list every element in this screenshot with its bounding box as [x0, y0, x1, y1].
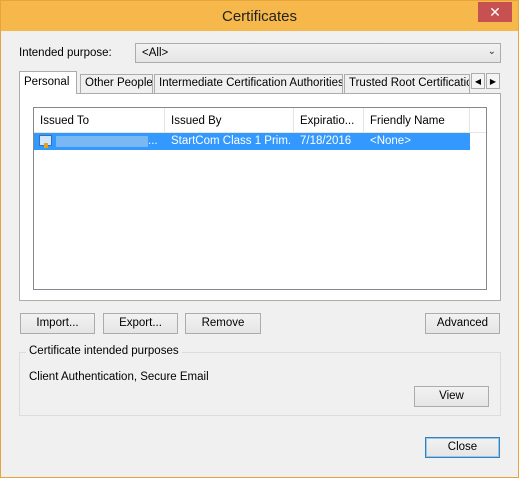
column-expiration[interactable]: Expiratio... — [294, 108, 364, 132]
import-button[interactable]: Import... — [20, 313, 95, 334]
view-button[interactable]: View — [414, 386, 489, 407]
dialog-body: Intended purpose: <All> ⌄ Personal Other… — [7, 31, 512, 473]
intended-purpose-label: Intended purpose: — [19, 47, 112, 59]
table-row[interactable]: ... StartCom Class 1 Prim... 7/18/2016 <… — [34, 133, 470, 150]
window-title: Certificates — [221, 8, 298, 25]
expiration-cell: 7/18/2016 — [300, 135, 352, 147]
intended-purposes-group: Certificate intended purposes Client Aut… — [19, 345, 501, 416]
export-button[interactable]: Export... — [103, 313, 178, 334]
personal-tab-panel: Issued To Issued By Expiratio... Friendl… — [19, 93, 501, 301]
issued-by-cell: StartCom Class 1 Prim... — [171, 135, 291, 147]
tab-scroll-right-icon[interactable]: ▶ — [486, 73, 500, 89]
certificate-list[interactable]: Issued To Issued By Expiratio... Friendl… — [33, 107, 487, 290]
tab-personal[interactable]: Personal — [19, 71, 77, 94]
title-bar: Certificates ✕ — [1, 1, 518, 31]
close-button[interactable]: Close — [425, 437, 500, 458]
column-issued-to[interactable]: Issued To — [34, 108, 165, 132]
advanced-button[interactable]: Advanced — [425, 313, 500, 334]
tab-trusted-root-ca[interactable]: Trusted Root Certification Authorities — [344, 74, 470, 93]
intended-purpose-value: <All> — [142, 47, 169, 59]
tab-intermediate-ca[interactable]: Intermediate Certification Authorities — [154, 74, 343, 93]
friendly-name-cell: <None> — [370, 135, 411, 147]
list-header: Issued To Issued By Expiratio... Friendl… — [34, 108, 486, 133]
column-friendly-name[interactable]: Friendly Name — [364, 108, 470, 132]
group-title: Certificate intended purposes — [26, 345, 182, 357]
tab-strip: Personal Other People Intermediate Certi… — [19, 71, 501, 94]
purposes-text: Client Authentication, Secure Email — [29, 371, 209, 383]
remove-button[interactable]: Remove — [185, 313, 261, 334]
intended-purpose-select[interactable]: <All> ⌄ — [135, 43, 501, 63]
redacted-issued-to — [56, 136, 148, 147]
certificate-icon — [39, 135, 52, 148]
chevron-down-icon: ⌄ — [487, 46, 496, 57]
close-window-icon[interactable]: ✕ — [478, 2, 512, 22]
certificates-dialog: Certificates ✕ Intended purpose: <All> ⌄… — [0, 0, 519, 478]
tab-other-people[interactable]: Other People — [80, 74, 153, 93]
tab-scroll-left-icon[interactable]: ◀ — [471, 73, 485, 89]
column-issued-by[interactable]: Issued By — [165, 108, 294, 132]
issued-to-cell: ... — [148, 135, 158, 147]
